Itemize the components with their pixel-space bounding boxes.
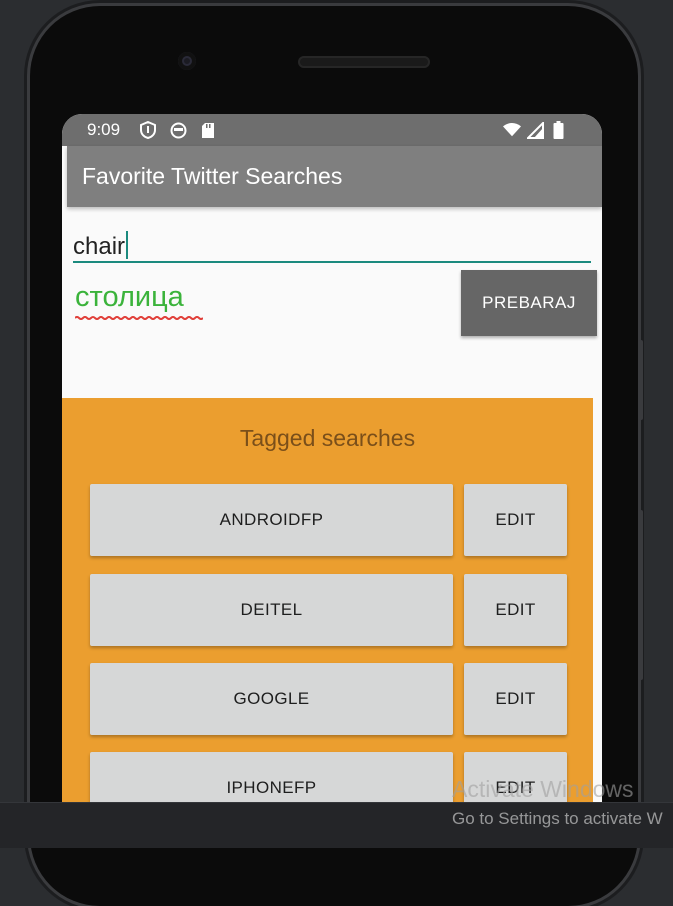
search-button[interactable]: PREBARAJ — [461, 270, 597, 336]
tagged-searches-panel: Tagged searches ANDROIDFP EDIT DEITEL ED… — [62, 398, 593, 814]
sd-card-icon — [199, 121, 217, 139]
query-input-text: chair — [73, 233, 126, 260]
main-content: chair столица PREBARAJ Tagged searches A… — [62, 207, 602, 814]
battery-icon — [549, 121, 567, 139]
activate-windows-title: Activate Windows — [452, 776, 634, 802]
tagged-searches-heading: Tagged searches — [239, 425, 416, 451]
tag-input[interactable]: столица — [75, 281, 203, 320]
activate-windows-subtitle: Go to Settings to activate W — [452, 809, 663, 828]
front-camera — [178, 52, 196, 70]
tag-button-androidfp[interactable]: ANDROIDFP — [90, 484, 453, 556]
volume-button — [638, 510, 643, 680]
edit-button[interactable]: EDIT — [464, 574, 567, 646]
list-item: DEITEL EDIT — [90, 574, 567, 648]
query-input[interactable]: chair — [73, 225, 591, 263]
spellcheck-underline — [75, 316, 203, 320]
app-bar: Favorite Twitter Searches — [67, 146, 602, 207]
app-title: Favorite Twitter Searches — [82, 163, 343, 189]
status-bar: 9:09 — [62, 114, 602, 146]
device-screen: 9:09 Favorite Twitter Searches chair сто… — [62, 114, 602, 814]
list-item: ANDROIDFP EDIT — [90, 484, 567, 558]
tag-button-google[interactable]: GOOGLE — [90, 663, 453, 735]
signal-icon — [526, 121, 544, 139]
earpiece-speaker — [298, 56, 430, 68]
status-time: 9:09 — [87, 120, 121, 139]
edit-button[interactable]: EDIT — [464, 663, 567, 735]
face-icon — [169, 121, 187, 139]
edit-button[interactable]: EDIT — [464, 484, 567, 556]
shield-icon — [139, 121, 157, 139]
list-item: GOOGLE EDIT — [90, 663, 567, 737]
power-button — [638, 340, 643, 420]
wifi-icon — [503, 121, 521, 139]
tag-input-text: столица — [75, 281, 184, 313]
tag-button-deitel[interactable]: DEITEL — [90, 574, 453, 646]
text-cursor — [126, 231, 129, 259]
